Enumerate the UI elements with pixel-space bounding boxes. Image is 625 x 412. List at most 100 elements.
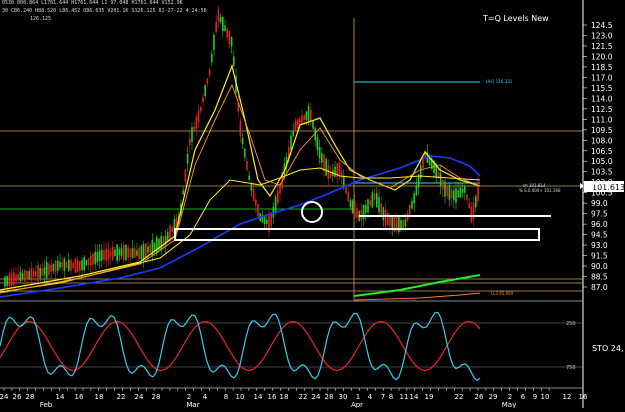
candle-body [455, 188, 457, 203]
candle-body [52, 263, 55, 272]
candle-body [343, 175, 345, 188]
candle-body [442, 179, 444, 190]
price-tick-label: 117.0 [591, 73, 613, 82]
candle-body [92, 253, 94, 265]
candle-body [186, 153, 189, 164]
candle-body [72, 263, 74, 269]
candle-body [195, 116, 198, 129]
candle-body [266, 219, 268, 225]
candle-body [356, 208, 358, 218]
candle-body [162, 236, 165, 249]
candle-body [382, 207, 385, 221]
candle-body [136, 250, 138, 257]
price-tick-label: 124.5 [591, 21, 613, 30]
price-tick-label: 106.5 [591, 147, 613, 156]
candle-body [334, 166, 336, 177]
right-label-2: % S.0.000+ 101.168 [519, 188, 561, 193]
candle-body [68, 259, 70, 271]
oscillator-label: STO 24, [592, 344, 624, 353]
candle-body [50, 264, 52, 272]
time-tick-label: 16 [75, 393, 84, 401]
candle-body [213, 34, 215, 51]
candle-body [318, 146, 321, 159]
candle-body [244, 148, 246, 158]
candle-body [439, 173, 442, 187]
candle-body [153, 242, 156, 251]
info-line-2: 30 C86.240 H88.520 L86.452 O86.635 V201.… [2, 8, 207, 14]
time-tick-label: 16 [579, 393, 588, 401]
candle-body [184, 169, 187, 182]
price-tick-label: 102.0 [591, 178, 613, 187]
candle-body [453, 190, 455, 201]
candle-body [415, 185, 418, 196]
candle-body [263, 216, 266, 225]
candle-body [347, 192, 349, 202]
price-tick-label: 97.5 [591, 210, 608, 219]
candle-body [32, 271, 35, 278]
candle-body [310, 109, 312, 122]
price-tick-label: 91.5 [591, 252, 608, 261]
candle-body [351, 200, 354, 214]
candle-body [468, 203, 470, 209]
time-tick-label: 2 [187, 393, 191, 401]
time-tick-label: 24 [0, 393, 9, 401]
time-tick-label: 4 [203, 393, 208, 401]
price-tick-label: 114.0 [591, 94, 613, 103]
month-label: Apr [351, 401, 363, 408]
candle-body [43, 267, 46, 275]
price-tick-label: 108.0 [591, 136, 613, 145]
candle-body [233, 56, 235, 67]
candle-body [94, 251, 96, 265]
candle-body [138, 247, 140, 259]
candle-body [74, 258, 77, 273]
candle-body [19, 271, 22, 282]
candle-body [239, 120, 242, 137]
candle-body [307, 106, 310, 122]
candle-body [171, 227, 173, 233]
price-tick-label: 118.5 [591, 63, 613, 72]
candle-body [373, 193, 376, 200]
candle-body [446, 185, 448, 196]
candle-body [228, 30, 231, 44]
time-tick-label: 26 [13, 393, 22, 401]
candle-body [112, 247, 114, 260]
time-tick-label: 6 [521, 393, 526, 401]
candle-body [54, 260, 57, 273]
candle-body [325, 159, 327, 176]
candle-body [120, 248, 123, 257]
candle-body [103, 249, 105, 260]
candle-body [255, 199, 257, 206]
candle-body [48, 263, 50, 275]
candle-body [39, 268, 41, 278]
candle-body [404, 219, 407, 227]
price-tick-label: 111.0 [591, 115, 613, 124]
time-tick-label: 24 [312, 393, 321, 401]
time-tick-label: 8 [389, 393, 393, 401]
candle-body [464, 186, 466, 193]
candle-body [140, 246, 143, 260]
candle-body [41, 268, 44, 276]
candle-body [17, 274, 19, 281]
candle-body [191, 127, 193, 143]
price-tick-label: 103.5 [591, 168, 613, 177]
candle-body [204, 85, 206, 96]
candle-body [391, 215, 393, 229]
candle-body [76, 259, 79, 272]
candle-body [252, 188, 255, 201]
candle-body [367, 199, 369, 213]
month-label: May [502, 401, 516, 408]
candle-body [461, 188, 464, 193]
oscillator-tick-label: 250 [566, 321, 576, 327]
candle-body [59, 261, 61, 268]
candle-body [409, 204, 411, 217]
candle-body [118, 248, 121, 256]
candle-body [470, 207, 473, 223]
time-tick-label: 14 [56, 393, 65, 401]
candle-body [400, 220, 402, 229]
candle-body [230, 36, 233, 47]
chart-window[interactable]: 101.613 124.5 123.0 121.5 120.0 118.5 117.0 11… [0, 0, 625, 409]
candle-body [6, 276, 8, 286]
candle-body [200, 106, 202, 112]
time-tick-label: 18 [95, 393, 104, 401]
candle-body [250, 183, 253, 191]
